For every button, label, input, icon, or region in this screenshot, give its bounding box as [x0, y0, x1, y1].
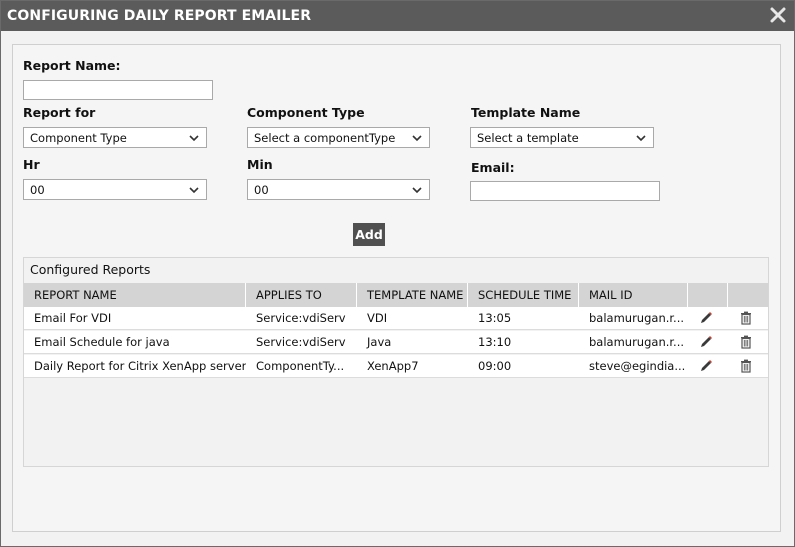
component-type-label: Component Type — [247, 105, 365, 120]
cell-schedule-time: 13:10 — [478, 335, 512, 349]
delete-trash-icon[interactable] — [739, 335, 753, 349]
cell-applies-to: Service:vdiServ — [256, 335, 346, 349]
table-row[interactable]: Email Schedule for java Service:vdiServ … — [24, 331, 768, 354]
cell-report-name: Email For VDI — [34, 311, 112, 325]
cell-mail-id: steve@egindia... — [589, 359, 686, 373]
component-type-select[interactable]: Select a componentType — [247, 127, 430, 148]
cell-mail-id: balamurugan.r... — [589, 335, 685, 349]
edit-pencil-icon[interactable] — [699, 335, 713, 349]
cell-template-name: Java — [367, 335, 392, 349]
chevron-down-icon — [189, 187, 199, 194]
component-type-value: Select a componentType — [254, 131, 396, 145]
report-for-select[interactable]: Component Type — [23, 127, 207, 148]
configured-reports-title: Configured Reports — [30, 262, 151, 277]
report-for-value: Component Type — [30, 131, 127, 145]
template-name-label: Template Name — [471, 105, 581, 120]
dialog-title: CONFIGURING DAILY REPORT EMAILER — [7, 8, 312, 24]
min-label: Min — [247, 157, 273, 172]
cell-template-name: VDI — [367, 311, 388, 325]
delete-trash-icon[interactable] — [739, 359, 753, 373]
edit-pencil-icon[interactable] — [699, 359, 713, 373]
report-for-label: Report for — [23, 105, 96, 120]
configured-reports-grid: Configured Reports REPORT NAME APPLIES T… — [23, 257, 769, 467]
add-button[interactable]: Add — [353, 223, 385, 246]
delete-trash-icon[interactable] — [739, 311, 753, 325]
hr-select[interactable]: 00 — [23, 179, 207, 200]
hr-value: 00 — [30, 183, 45, 197]
min-select[interactable]: 00 — [247, 179, 430, 200]
table-row[interactable]: Daily Report for Citrix XenApp server Co… — [24, 355, 768, 378]
hr-label: Hr — [23, 157, 40, 172]
column-header-report-name[interactable]: REPORT NAME — [24, 283, 246, 307]
report-emailer-dialog: CONFIGURING DAILY REPORT EMAILER Report … — [0, 0, 795, 547]
chevron-down-icon — [189, 135, 199, 142]
grid-header: REPORT NAME APPLIES TO TEMPLATE NAME SCH… — [24, 283, 768, 307]
template-name-value: Select a template — [477, 131, 579, 145]
table-row[interactable]: Email For VDI Service:vdiServ VDI 13:05 … — [24, 307, 768, 330]
cell-schedule-time: 09:00 — [478, 359, 512, 373]
cell-template-name: XenApp7 — [367, 359, 419, 373]
cell-schedule-time: 13:05 — [478, 311, 512, 325]
template-name-select[interactable]: Select a template — [470, 127, 654, 148]
column-header-template-name[interactable]: TEMPLATE NAME — [357, 283, 468, 307]
column-header-edit — [688, 283, 728, 307]
report-name-label: Report Name: — [23, 58, 121, 73]
cell-report-name: Email Schedule for java — [34, 335, 170, 349]
close-icon[interactable] — [769, 6, 787, 24]
chevron-down-icon — [412, 187, 422, 194]
dialog-titlebar: CONFIGURING DAILY REPORT EMAILER — [1, 1, 794, 31]
email-input[interactable] — [470, 181, 660, 201]
min-value: 00 — [254, 183, 269, 197]
cell-mail-id: balamurugan.r... — [589, 311, 685, 325]
cell-applies-to: ComponentTy... — [256, 359, 345, 373]
column-header-applies-to[interactable]: APPLIES TO — [246, 283, 357, 307]
chevron-down-icon — [636, 135, 646, 142]
column-header-delete — [728, 283, 768, 307]
column-header-mail-id[interactable]: MAIL ID — [579, 283, 688, 307]
cell-report-name: Daily Report for Citrix XenApp server — [34, 359, 246, 373]
report-name-input[interactable] — [23, 80, 213, 100]
cell-applies-to: Service:vdiServ — [256, 311, 346, 325]
column-header-schedule-time[interactable]: SCHEDULE TIME — [468, 283, 579, 307]
edit-pencil-icon[interactable] — [699, 311, 713, 325]
chevron-down-icon — [412, 135, 422, 142]
email-label: Email: — [471, 160, 515, 175]
